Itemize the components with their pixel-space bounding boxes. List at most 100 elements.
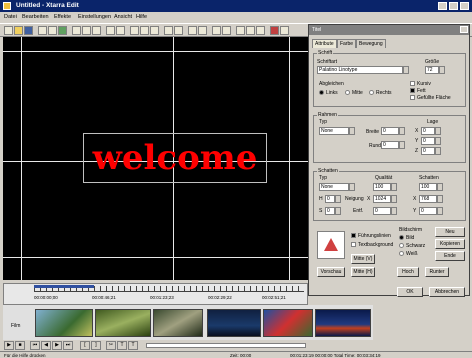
shadow-quality-spinner[interactable] xyxy=(391,183,397,191)
align-preview-icon[interactable] xyxy=(317,231,345,259)
clip-thumbnail[interactable] xyxy=(207,309,261,337)
shadow-y-spinner[interactable] xyxy=(437,207,443,215)
redo-icon[interactable] xyxy=(116,26,125,35)
render-icon[interactable] xyxy=(174,26,183,35)
shadow-tilt-field[interactable]: 1024 xyxy=(373,195,391,203)
info-icon[interactable] xyxy=(280,26,289,35)
cancel-button[interactable]: Abbrechen xyxy=(429,287,465,297)
tab-farbe[interactable]: Farbe xyxy=(337,39,357,48)
minimize-button[interactable] xyxy=(438,2,447,10)
new-icon[interactable] xyxy=(4,26,13,35)
bg-image-radio[interactable] xyxy=(399,235,404,240)
font-family-dropdown-icon[interactable] xyxy=(403,66,409,74)
font-size-field[interactable]: 72 xyxy=(425,66,439,74)
audio-icon[interactable] xyxy=(58,26,67,35)
effect-icon[interactable] xyxy=(130,26,139,35)
shadow-shadow-spinner[interactable] xyxy=(437,183,443,191)
menu-hilfe[interactable]: Hilfe xyxy=(136,14,147,20)
font-size-dropdown-icon[interactable] xyxy=(439,66,445,74)
end-button[interactable]: Ende xyxy=(435,251,465,261)
center-h-button[interactable]: Mitte (H) xyxy=(351,267,375,277)
timeline-ruler[interactable]: 00:00:00;00 00:00:46;21 00:01:23;23 00:0… xyxy=(3,283,308,305)
align-right-radio[interactable] xyxy=(369,90,374,95)
border-x-spinner[interactable] xyxy=(435,127,441,135)
dialog-close-icon[interactable] xyxy=(460,26,468,33)
title-text[interactable]: welcome xyxy=(85,138,265,178)
shadow-h-field[interactable]: 0 xyxy=(325,195,335,203)
mark-out-button[interactable]: ] xyxy=(91,341,101,350)
undo-icon[interactable] xyxy=(106,26,115,35)
new-button[interactable]: Neu xyxy=(435,227,465,237)
trim-end-button[interactable]: T xyxy=(128,341,138,350)
menu-effekte[interactable]: Effekte xyxy=(54,14,71,20)
copy-icon[interactable] xyxy=(82,26,91,35)
burn-icon[interactable] xyxy=(256,26,265,35)
menu-bearbeiten[interactable]: Bearbeiten xyxy=(22,14,49,20)
border-type-select[interactable]: None xyxy=(319,127,349,135)
clip-thumbnail[interactable] xyxy=(153,309,203,337)
border-z-spinner[interactable] xyxy=(435,147,441,155)
trim-button[interactable]: T xyxy=(117,341,127,350)
shadow-quality-field[interactable]: 100 xyxy=(373,183,391,191)
border-round-field[interactable]: 0 xyxy=(381,141,399,149)
help-icon[interactable] xyxy=(212,26,221,35)
bg-white-radio[interactable] xyxy=(399,251,404,256)
rewind-button[interactable]: ⏮ xyxy=(30,341,40,350)
copy-button[interactable]: Kopieren xyxy=(435,239,465,249)
save-icon[interactable] xyxy=(24,26,33,35)
shadow-shadow-field[interactable]: 100 xyxy=(419,183,437,191)
shadow-s-field[interactable]: 0 xyxy=(325,207,335,215)
tab-attribute[interactable]: Attribute xyxy=(312,39,337,48)
fast-forward-button[interactable]: ⏭ xyxy=(63,341,73,350)
menu-ansicht[interactable]: Ansicht xyxy=(114,14,132,20)
step-back-button[interactable]: ◀ xyxy=(41,341,51,350)
guide-lines-checkbox[interactable] xyxy=(351,233,356,238)
paste-icon[interactable] xyxy=(92,26,101,35)
shadow-dist-field[interactable]: 0 xyxy=(373,207,391,215)
filled-checkbox[interactable] xyxy=(410,95,415,100)
step-forward-button[interactable]: ▶ xyxy=(52,341,62,350)
shadow-type-dropdown-icon[interactable] xyxy=(349,183,355,191)
border-x-field[interactable]: 0 xyxy=(421,127,435,135)
shadow-type-select[interactable]: None xyxy=(319,183,349,191)
clip-thumbnail[interactable] xyxy=(263,309,313,337)
preview-button[interactable]: Vorschau xyxy=(317,267,345,277)
shadow-x-spinner[interactable] xyxy=(437,195,443,203)
transition-icon[interactable] xyxy=(140,26,149,35)
preview-canvas[interactable]: welcome xyxy=(3,37,308,280)
close-button[interactable] xyxy=(460,2,469,10)
border-y-spinner[interactable] xyxy=(435,137,441,145)
border-z-field[interactable]: 0 xyxy=(421,147,435,155)
border-y-field[interactable]: 0 xyxy=(421,137,435,145)
border-round-spinner[interactable] xyxy=(399,141,405,149)
ok-button[interactable]: OK xyxy=(397,287,423,297)
border-width-spinner[interactable] xyxy=(399,127,405,135)
align-center-radio[interactable] xyxy=(345,90,350,95)
play-icon[interactable] xyxy=(236,26,245,35)
text-background-checkbox[interactable] xyxy=(351,242,356,247)
stop-button[interactable]: ■ xyxy=(15,341,25,350)
clip-thumbnail[interactable] xyxy=(315,309,371,337)
clip-thumbnail[interactable] xyxy=(35,309,93,337)
menu-datei[interactable]: Datei xyxy=(4,14,17,20)
menu-einstellungen[interactable]: Einstellungen xyxy=(78,14,111,20)
open-icon[interactable] xyxy=(14,26,23,35)
align-left-radio[interactable] xyxy=(319,90,324,95)
title-icon[interactable] xyxy=(150,26,159,35)
bg-black-radio[interactable] xyxy=(399,243,404,248)
preview-icon[interactable] xyxy=(222,26,231,35)
shadow-h-spinner[interactable] xyxy=(335,195,341,203)
film-icon[interactable] xyxy=(48,26,57,35)
zoom-icon[interactable] xyxy=(164,26,173,35)
import-icon[interactable] xyxy=(38,26,47,35)
font-family-select[interactable]: Palatino Linotype xyxy=(317,66,403,74)
maximize-button[interactable] xyxy=(449,2,458,10)
center-v-button[interactable]: Mitte (V) xyxy=(351,254,375,264)
export-icon[interactable] xyxy=(188,26,197,35)
tab-bewegung[interactable]: Bewegung xyxy=(356,39,386,48)
mark-in-button[interactable]: [ xyxy=(80,341,90,350)
move-down-button[interactable]: Runter xyxy=(425,267,449,277)
settings-icon[interactable] xyxy=(198,26,207,35)
shadow-s-spinner[interactable] xyxy=(335,207,341,215)
clip-thumbnail[interactable] xyxy=(95,309,151,337)
